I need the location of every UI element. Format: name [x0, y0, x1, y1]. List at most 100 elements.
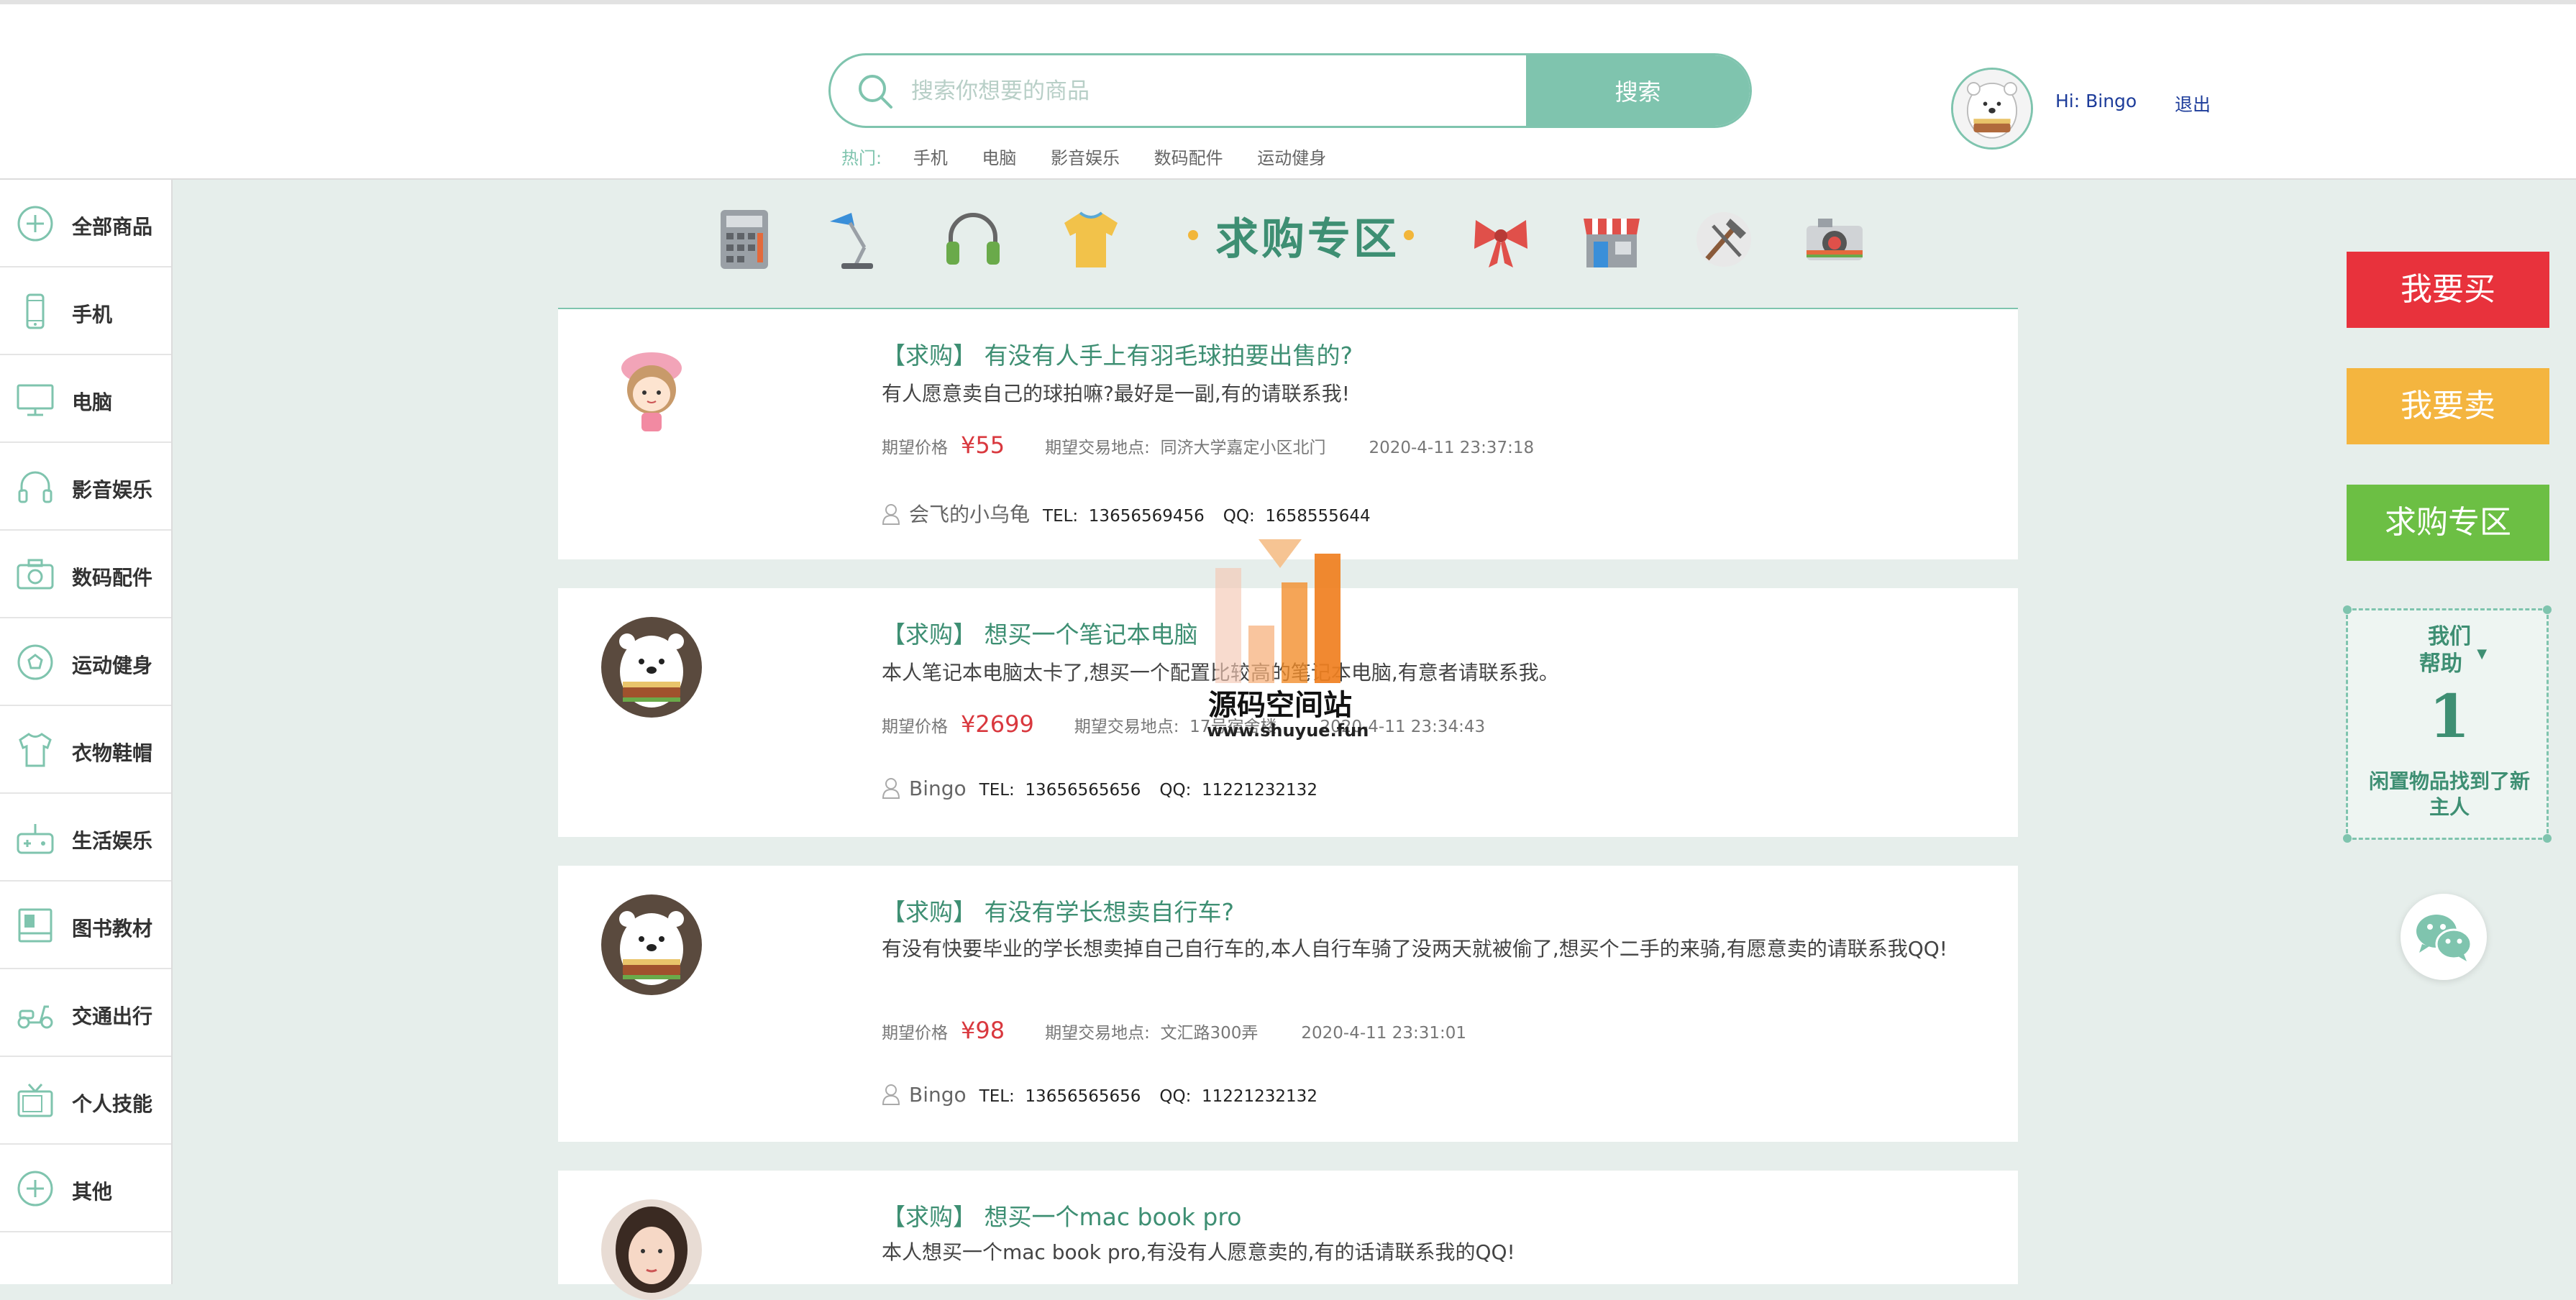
- request-contact: Bingo TEL: 13656565656 QQ: 11221232132: [882, 777, 1317, 800]
- tel-label: TEL:: [1043, 507, 1079, 526]
- tel-label: TEL:: [979, 1087, 1015, 1106]
- qq-label: QQ:: [1159, 1087, 1192, 1106]
- plus-circle-icon: [17, 1171, 53, 1207]
- tshirt-icon: [1064, 211, 1118, 267]
- sidebar-item-phone[interactable]: 手机: [0, 267, 171, 355]
- request-username: Bingo: [909, 777, 967, 800]
- tools-icon: [1696, 212, 1751, 267]
- corner-dot: [2543, 605, 2552, 614]
- category-sidebar: 全部商品 手机 电脑 影音娱乐 数码配件 运动健身 衣物鞋帽 生活娱乐 图书教材…: [0, 180, 173, 1284]
- help-title-line2: 帮助: [2419, 651, 2462, 677]
- request-price: ¥55: [961, 431, 1005, 459]
- request-meta: 期望价格 ¥98 期望交易地点: 文汇路300弄 2020-4-11 23:31:01: [882, 1017, 1466, 1044]
- sidebar-item-label: 交通出行: [72, 1004, 153, 1028]
- wechat-icon: [2416, 915, 2472, 961]
- hot-link-digital[interactable]: 数码配件: [1154, 148, 1223, 168]
- shirt-icon: [19, 733, 52, 767]
- plus-circle-icon: [17, 206, 53, 242]
- request-description: 本人笔记本电脑太卡了,想买一个配置比较高的笔记本电脑,有意者请联系我。: [882, 660, 1960, 686]
- sidebar-item-label: 电脑: [72, 390, 113, 414]
- bear-avatar-icon: [601, 894, 702, 995]
- request-card[interactable]: 【求购】 有没有人手上有羽毛球拍要出售的? 有人愿意卖自己的球拍嘛?最好是一副,…: [558, 309, 2018, 559]
- help-count: 1: [2429, 682, 2470, 751]
- header: 搜索 热门: 手机 电脑 影音娱乐 数码配件 运动健身 Hi: Bingo 退出: [0, 0, 2576, 180]
- camera-icon: [17, 559, 54, 590]
- headphones-icon: [18, 471, 52, 503]
- request-title[interactable]: 【求购】 想买一个笔记本电脑: [882, 615, 1198, 650]
- sidebar-item-label: 衣物鞋帽: [72, 741, 153, 765]
- request-contact: Bingo TEL: 13656565656 QQ: 11221232132: [882, 1083, 1317, 1107]
- request-title[interactable]: 【求购】 有没有人手上有羽毛球拍要出售的?: [882, 337, 1353, 371]
- sell-button[interactable]: 我要卖: [2347, 368, 2549, 444]
- request-avatar: [601, 338, 702, 439]
- hot-search-row: 热门: 手机 电脑 影音娱乐 数码配件 运动健身: [841, 144, 1355, 169]
- search-button[interactable]: 搜索: [1526, 55, 1750, 126]
- phone-icon: [26, 293, 45, 329]
- hot-link-phone[interactable]: 手机: [913, 148, 948, 168]
- help-description: 闲置物品找到了新主人: [2368, 769, 2530, 819]
- request-tel: 13656569456: [1088, 507, 1205, 526]
- logout-link[interactable]: 退出: [2175, 91, 2211, 116]
- request-qq: 11221232132: [1201, 1087, 1317, 1106]
- request-contact: 会飞的小乌龟 TEL: 13656569456 QQ: 1658555644: [882, 499, 1371, 528]
- qq-label: QQ:: [1223, 507, 1255, 526]
- request-meta: 期望价格 ¥55 期望交易地点: 同济大学嘉定小区北门 2020-4-11 23:37…: [882, 431, 1534, 459]
- caret-down-icon: ▼: [2477, 646, 2488, 662]
- watermark-name: 源码空间站: [1208, 689, 1352, 722]
- user-avatar[interactable]: [1951, 68, 2033, 150]
- request-tel: 13656565656: [1025, 1087, 1141, 1106]
- request-title[interactable]: 【求购】 想买一个mac book pro: [882, 1198, 1241, 1232]
- watermark-url: www.shuyue.fun: [1207, 720, 1369, 741]
- sidebar-item-clothing[interactable]: 衣物鞋帽: [0, 706, 171, 794]
- request-meta: 期望价格 ¥2699 期望交易地点: 17号宿舍楼 2020-4-11 23:34:4…: [882, 710, 1485, 738]
- buy-button[interactable]: 我要买: [2347, 252, 2549, 328]
- user-greeting: Hi: Bingo: [2055, 91, 2137, 111]
- sidebar-item-other[interactable]: 其他: [0, 1145, 171, 1232]
- sidebar-item-sports[interactable]: 运动健身: [0, 618, 171, 706]
- request-zone-button[interactable]: 求购专区: [2347, 485, 2549, 561]
- sidebar-item-label: 数码配件: [72, 566, 153, 590]
- wechat-button[interactable]: [2401, 894, 2487, 980]
- price-label: 期望价格: [882, 439, 948, 457]
- help-title: 我们 帮助 ▼: [2348, 623, 2551, 681]
- sidebar-item-computer[interactable]: 电脑: [0, 355, 171, 443]
- request-time: 2020-4-11 23:37:18: [1369, 439, 1535, 457]
- hot-link-media[interactable]: 影音娱乐: [1051, 148, 1120, 168]
- location-label: 期望交易地点:: [1045, 439, 1150, 457]
- girl-avatar-icon: [601, 338, 702, 439]
- sidebar-item-books[interactable]: 图书教材: [0, 882, 171, 969]
- search-box: 搜索: [828, 53, 1752, 128]
- sidebar-item-all[interactable]: 全部商品: [0, 180, 171, 267]
- football-icon: [17, 644, 53, 680]
- hot-link-computer[interactable]: 电脑: [982, 148, 1016, 168]
- request-qq: 11221232132: [1201, 781, 1317, 800]
- help-stats-box: 我们 帮助 ▼ 1 闲置物品找到了新主人: [2343, 605, 2552, 843]
- corner-dot: [2343, 605, 2352, 614]
- sidebar-item-label: 个人技能: [72, 1092, 153, 1116]
- qq-label: QQ:: [1159, 781, 1192, 800]
- request-description: 有人愿意卖自己的球拍嘛?最好是一副,有的请联系我!: [882, 382, 1350, 406]
- headphones-icon: [946, 213, 1000, 265]
- sidebar-item-skills[interactable]: 个人技能: [0, 1057, 171, 1145]
- sidebar-item-life[interactable]: 生活娱乐: [0, 794, 171, 882]
- bow-icon: [1474, 220, 1527, 267]
- price-label: 期望价格: [882, 1024, 948, 1043]
- sidebar-item-label: 全部商品: [72, 215, 153, 239]
- hot-link-sports[interactable]: 运动健身: [1257, 148, 1326, 168]
- sidebar-item-media[interactable]: 影音娱乐: [0, 443, 171, 531]
- request-title[interactable]: 【求购】 有没有学长想卖自行车?: [882, 893, 1234, 928]
- sidebar-item-digital[interactable]: 数码配件: [0, 531, 171, 618]
- woman-avatar-icon: [601, 1199, 702, 1300]
- sidebar-item-label: 其他: [72, 1180, 113, 1204]
- request-username: 会飞的小乌龟: [909, 503, 1031, 526]
- sidebar-item-label: 运动健身: [72, 654, 153, 677]
- request-qq: 1658555644: [1265, 507, 1371, 526]
- request-tel: 13656565656: [1025, 781, 1141, 800]
- user-icon: [882, 1084, 900, 1105]
- request-card[interactable]: 【求购】 想买一个mac book pro 本人想买一个mac book pro…: [558, 1171, 2018, 1300]
- request-price: ¥2699: [961, 710, 1034, 738]
- search-input[interactable]: [910, 55, 1632, 126]
- request-card[interactable]: 【求购】 有没有学长想卖自行车? 有没有快要毕业的学长想卖掉自己自行车的,本人自…: [558, 866, 2018, 1142]
- shop-icon: [1584, 219, 1640, 267]
- sidebar-item-transport[interactable]: 交通出行: [0, 969, 171, 1057]
